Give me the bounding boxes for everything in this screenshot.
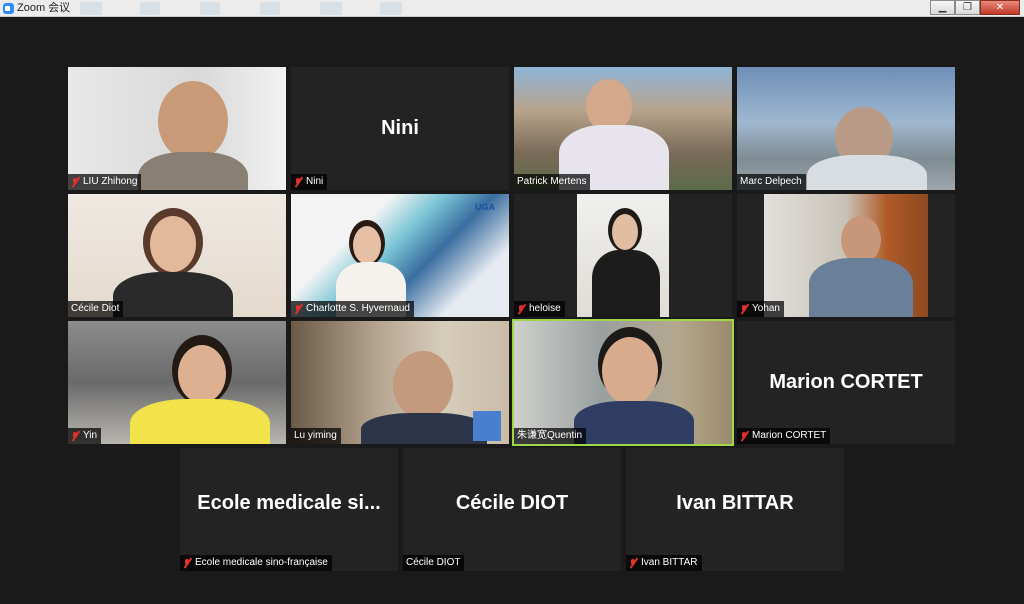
gallery-view: LIU Zhihong Nini Nini Patrick Mertens Ma… [0,18,1024,604]
window-titlebar: Zoom 会议 ▁ ❐ ✕ [0,0,1024,17]
zoom-logo-icon [3,3,14,14]
video-tile[interactable]: Yohan [737,194,955,317]
muted-mic-icon [517,304,526,315]
participant-display-name: Ecole medicale si... [197,492,381,514]
participant-name-tag: Yohan [737,301,784,317]
participant-name-tag: heloise [514,301,565,317]
participant-name-tag: LIU Zhihong [68,174,142,190]
muted-mic-icon [629,558,638,569]
taskbar-ghost-icon [140,2,160,15]
muted-mic-icon [294,177,303,188]
minimize-button[interactable]: ▁ [930,0,955,15]
taskbar-ghost-icon [80,2,102,15]
participant-name-tag: Charlotte S. Hyvernaud [291,301,414,317]
window-controls: ▁ ❐ ✕ [930,0,1020,16]
participant-name-tag: Lu yiming [291,428,341,444]
participant-video [150,216,196,272]
video-tile[interactable]: Ecole medicale si... Ecole medicale sino… [180,448,398,571]
video-tile[interactable]: heloise [514,194,732,317]
participant-video [602,337,658,405]
video-tile[interactable]: Patrick Mertens [514,67,732,190]
participant-video [158,81,228,161]
taskbar-ghost-icon [260,2,280,15]
restore-button[interactable]: ❐ [955,0,980,15]
video-tile[interactable]: Marc Delpech [737,67,955,190]
participant-display-name: Nini [381,117,419,139]
participant-name-tag: Yin [68,428,102,444]
participant-name-tag: Patrick Mertens [514,174,591,190]
participant-name-tag: Cécile Diot [68,301,124,317]
participant-name-tag: Marc Delpech [737,174,806,190]
muted-mic-icon [71,177,80,188]
muted-mic-icon [294,304,303,315]
muted-mic-icon [740,304,749,315]
muted-mic-icon [71,431,80,442]
video-tile[interactable]: Marion CORTET Marion CORTET [737,321,955,444]
video-tile[interactable]: Nini Nini [291,67,509,190]
video-tile[interactable]: UGA Charlotte S. Hyvernaud [291,194,509,317]
participant-video [841,216,881,264]
participant-name-tag: Marion CORTET [737,428,831,444]
participant-display-name: Cécile DIOT [455,492,569,514]
video-tile[interactable]: Yin [68,321,286,444]
video-tile[interactable]: Cécile DIOT Cécile DIOT [403,448,621,571]
participant-display-name: Marion CORTET [769,371,923,393]
participant-name-tag: 朱谦宽Quentin [514,428,587,444]
window-title: Zoom 会议 [3,0,70,17]
video-tile[interactable]: Ivan BITTAR Ivan BITTAR [626,448,844,571]
video-tile[interactable]: LIU Zhihong [68,67,286,190]
participant-video [178,345,226,403]
participant-display-name: Ivan BITTAR [676,492,794,514]
video-tile[interactable]: Cécile Diot [68,194,286,317]
participant-name-tag: Ivan BITTAR [626,555,702,571]
video-tile-active-speaker[interactable]: 朱谦宽Quentin [512,319,734,446]
taskbar-ghost-icon [200,2,220,15]
close-button[interactable]: ✕ [980,0,1020,15]
participant-name-tag: Ecole medicale sino-française [180,555,332,571]
participant-video [612,214,638,250]
uga-logo: UGA [475,202,495,212]
participant-name-tag: Nini [291,174,328,190]
participant-video [393,351,453,419]
window-title-text: Zoom 会议 [17,2,71,14]
video-tile[interactable]: Lu yiming [291,321,509,444]
muted-mic-icon [183,558,192,569]
taskbar-ghost-icon [320,2,342,15]
taskbar-ghost-icon [380,2,402,15]
participant-name-tag: Cécile DIOT [403,555,465,571]
participant-video [353,226,381,264]
muted-mic-icon [740,431,749,442]
